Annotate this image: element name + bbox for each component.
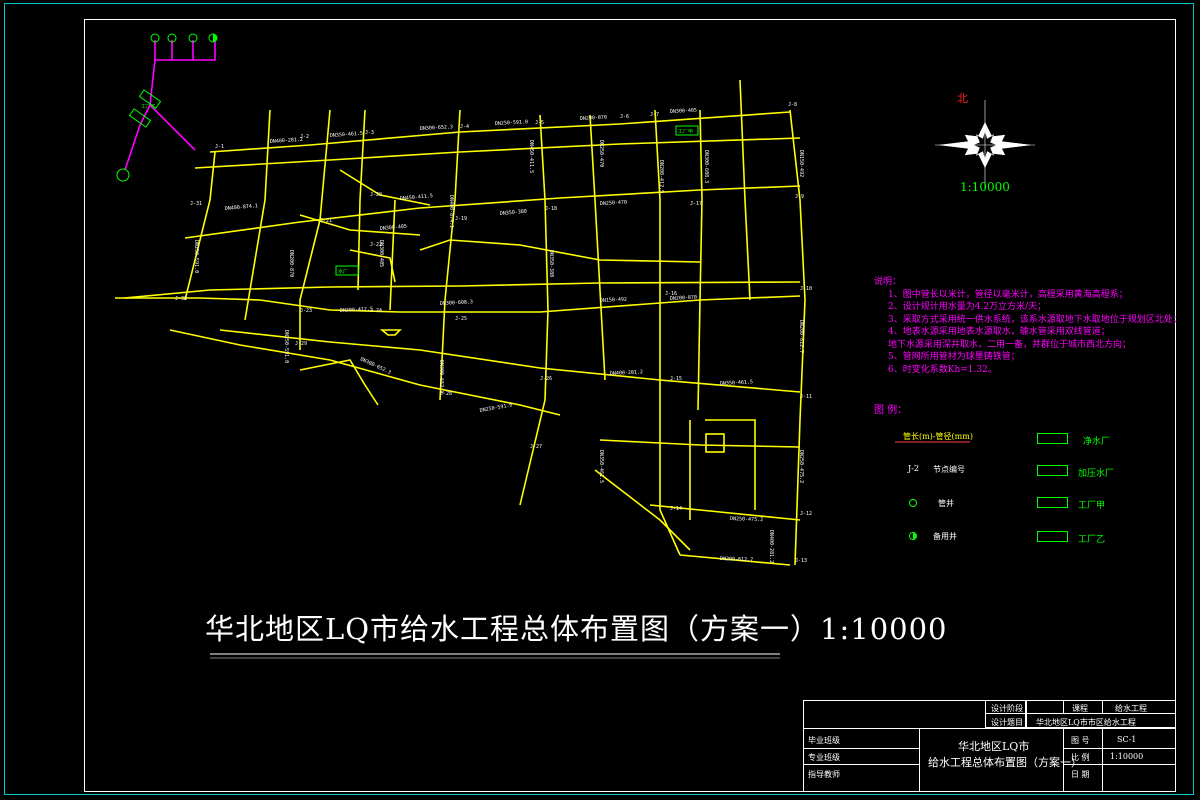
legend-standby-well-text: 备用井 [933,532,957,541]
legend-box-label: 工厂乙 [1078,535,1106,545]
legend-box-purification-plant [1037,433,1068,444]
tb-scale: 1:10000 [1110,752,1144,761]
tb-topic-label: 设计题目 [991,718,1023,727]
tb-course-label: 课程 [1072,704,1088,713]
legend-well-icon [909,499,917,507]
legend-box-label: 净水厂 [1083,437,1111,447]
tb-left-label: 毕业班级 [808,736,840,745]
tb-right-label: 比 例 [1071,753,1090,762]
legend-box-booster-plant [1037,465,1068,476]
legend-box-label: 加压水厂 [1078,469,1115,479]
tb-right-label: 日 期 [1071,770,1090,779]
legend-node-code: J-2 [908,464,919,473]
tb-stage-label: 设计阶段 [991,704,1023,713]
legend-box-factory-a [1037,497,1068,508]
tb-left-label: 专业班级 [808,753,840,762]
tb-right-label: 图 号 [1071,736,1090,745]
tb-course-value: 给水工程 [1115,704,1147,713]
legend-box-label: 工厂甲 [1078,501,1106,511]
legend-symbols [895,441,970,540]
legend-well-text: 管井 [938,499,954,508]
legend-node-text: 节点编号 [933,465,965,474]
title-block-divider [1025,700,1027,728]
tb-left-label: 指导教师 [808,770,840,779]
tb-center-line2: 给水工程总体布置图（方案一） [928,756,1082,769]
legend-box-factory-b [1037,531,1068,542]
tb-center-line1: 华北地区LQ市 [958,740,1030,753]
tb-drawing-number: SC-1 [1117,735,1137,744]
tb-topic-value: 华北地区LQ市市区给水工程 [1036,718,1136,727]
legend-pipe-text: 管长(m)-管径(mm) [903,432,973,441]
